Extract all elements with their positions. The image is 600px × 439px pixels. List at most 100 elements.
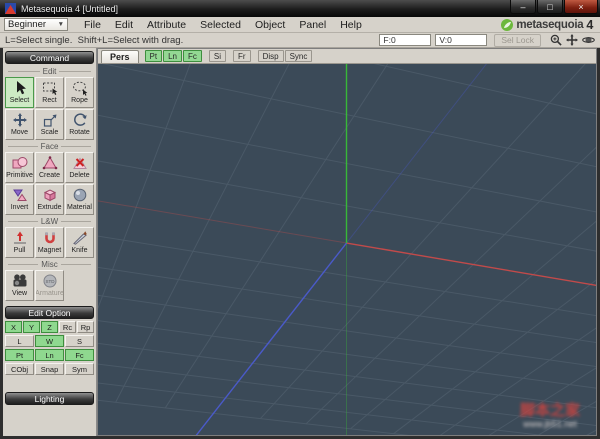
menu-edit[interactable]: Edit	[108, 19, 140, 31]
face-count-field: F:0	[379, 34, 432, 46]
zoom-icon[interactable]	[550, 34, 562, 46]
axis-y-toggle[interactable]: Y	[23, 321, 40, 333]
command-button-knife[interactable]: Knife	[65, 227, 94, 258]
create-face-icon	[42, 154, 58, 171]
axis-z-toggle[interactable]: Z	[41, 321, 58, 333]
line-edit-toggle[interactable]: Ln	[35, 349, 64, 361]
minimize-button[interactable]: –	[510, 0, 536, 14]
logo-text: metasequoia	[516, 18, 584, 31]
command-button-magnet[interactable]: Magnet	[35, 227, 64, 258]
toggle-si[interactable]: Si	[208, 50, 227, 62]
menu-attribute[interactable]: Attribute	[140, 19, 193, 31]
close-button[interactable]: ×	[564, 0, 598, 14]
move-icon	[12, 111, 28, 128]
menu-bar: Beginner ▼ File Edit Attribute Selected …	[0, 17, 600, 33]
rc-toggle[interactable]: Rc	[59, 321, 76, 333]
lighting-header[interactable]: Lighting	[5, 392, 94, 405]
maximize-button[interactable]: □	[537, 0, 563, 14]
toggle-fr[interactable]: Fr	[233, 50, 251, 62]
command-panel: Command Edit Select Rect Rope Move Scale…	[3, 48, 97, 436]
knife-icon	[72, 229, 88, 246]
edit-option-header[interactable]: Edit Option	[5, 306, 94, 319]
command-button-select[interactable]: Select	[5, 77, 34, 108]
command-button-scale[interactable]: Scale	[35, 109, 64, 140]
command-button-move[interactable]: Move	[5, 109, 34, 140]
tab-pers[interactable]: Pers	[101, 50, 139, 63]
std-badge: STD	[45, 279, 55, 284]
toggle-faces[interactable]: Fc	[183, 50, 202, 62]
magnet-icon	[42, 229, 58, 246]
command-button-armature[interactable]: STD Armature	[35, 270, 64, 301]
cobj-toggle[interactable]: CObj	[5, 363, 34, 375]
extrude-icon	[42, 186, 58, 203]
section-label-face: Face	[5, 142, 94, 151]
window-title: Metasequoia 4 [Untitled]	[21, 3, 119, 14]
leaf-icon	[501, 18, 514, 31]
command-button-delete[interactable]: Delete	[65, 152, 94, 183]
face-edit-toggle[interactable]: Fc	[65, 349, 94, 361]
main-content: Command Edit Select Rect Rope Move Scale…	[0, 48, 600, 439]
command-button-primitive[interactable]: Primitive	[5, 152, 34, 183]
command-button-extrude[interactable]: Extrude	[35, 184, 64, 215]
sym-toggle[interactable]: Sym	[65, 363, 94, 375]
command-button-view[interactable]: View	[5, 270, 34, 301]
title-bar: Metasequoia 4 [Untitled] – □ ×	[0, 0, 600, 17]
invert-icon	[12, 186, 28, 203]
command-panel-header[interactable]: Command	[5, 51, 94, 64]
section-label-lw: L&W	[5, 217, 94, 226]
menu-help[interactable]: Help	[333, 19, 369, 31]
orbit-icon[interactable]	[582, 34, 595, 46]
mode-value: Beginner	[8, 19, 47, 30]
toggle-disp[interactable]: Disp	[257, 50, 284, 62]
scale-icon	[42, 111, 58, 128]
toggle-lines[interactable]: Ln	[163, 50, 182, 62]
local-coord-toggle[interactable]: L	[5, 335, 34, 347]
grid-3d	[98, 64, 596, 435]
command-button-rotate[interactable]: Rotate	[65, 109, 94, 140]
hint-text: L=Select single. Shift+L=Select with dra…	[5, 34, 184, 46]
menu-panel[interactable]: Panel	[292, 19, 333, 31]
command-button-invert[interactable]: Invert	[5, 184, 34, 215]
snap-toggle[interactable]: Snap	[35, 363, 64, 375]
menu-file[interactable]: File	[77, 19, 108, 31]
rect-select-icon	[42, 79, 58, 96]
sel-lock-button[interactable]: Sel Lock	[494, 33, 541, 47]
metasequoia-logo: metasequoia 4	[501, 18, 596, 32]
screen-coord-toggle[interactable]: S	[65, 335, 94, 347]
armature-icon: STD	[42, 272, 58, 289]
world-coord-toggle[interactable]: W	[35, 335, 64, 347]
rope-select-icon	[72, 79, 88, 96]
command-button-pull[interactable]: Pull	[5, 227, 34, 258]
viewport-area: Pers Pt Ln Fc Si Fr Disp Sync 脚本之家 www.j…	[97, 48, 597, 436]
menu-object[interactable]: Object	[248, 19, 292, 31]
command-button-rope[interactable]: Rope	[65, 77, 94, 108]
section-label-edit: Edit	[5, 67, 94, 76]
app-icon	[5, 3, 16, 14]
select-icon	[12, 79, 28, 96]
toggle-points[interactable]: Pt	[144, 50, 163, 62]
pull-icon	[12, 229, 28, 246]
view-camera-icon	[12, 272, 28, 289]
status-toolbar: L=Select single. Shift+L=Select with dra…	[0, 33, 600, 48]
app-window: Metasequoia 4 [Untitled] – □ × Beginner …	[0, 0, 600, 439]
command-button-material[interactable]: Material	[65, 184, 94, 215]
viewport[interactable]: 脚本之家 www.jb51.net	[98, 64, 596, 435]
point-edit-toggle[interactable]: Pt	[5, 349, 34, 361]
axis-x-toggle[interactable]: X	[5, 321, 22, 333]
viewport-tab-bar: Pers Pt Ln Fc Si Fr Disp Sync	[98, 49, 596, 64]
mode-dropdown[interactable]: Beginner ▼	[4, 18, 68, 31]
material-icon	[72, 186, 88, 203]
command-button-rect[interactable]: Rect	[35, 77, 64, 108]
rotate-icon	[72, 111, 88, 128]
pan-icon[interactable]	[566, 34, 578, 46]
primitive-icon	[12, 154, 28, 171]
section-label-misc: Misc	[5, 260, 94, 269]
chevron-down-icon: ▼	[57, 21, 64, 28]
logo-version: 4	[586, 17, 593, 32]
command-button-create[interactable]: Create	[35, 152, 64, 183]
toggle-sync[interactable]: Sync	[284, 50, 313, 62]
menu-selected[interactable]: Selected	[193, 19, 248, 31]
rp-toggle[interactable]: Rp	[77, 321, 94, 333]
vertex-count-field: V:0	[435, 34, 488, 46]
delete-face-icon	[72, 154, 88, 171]
